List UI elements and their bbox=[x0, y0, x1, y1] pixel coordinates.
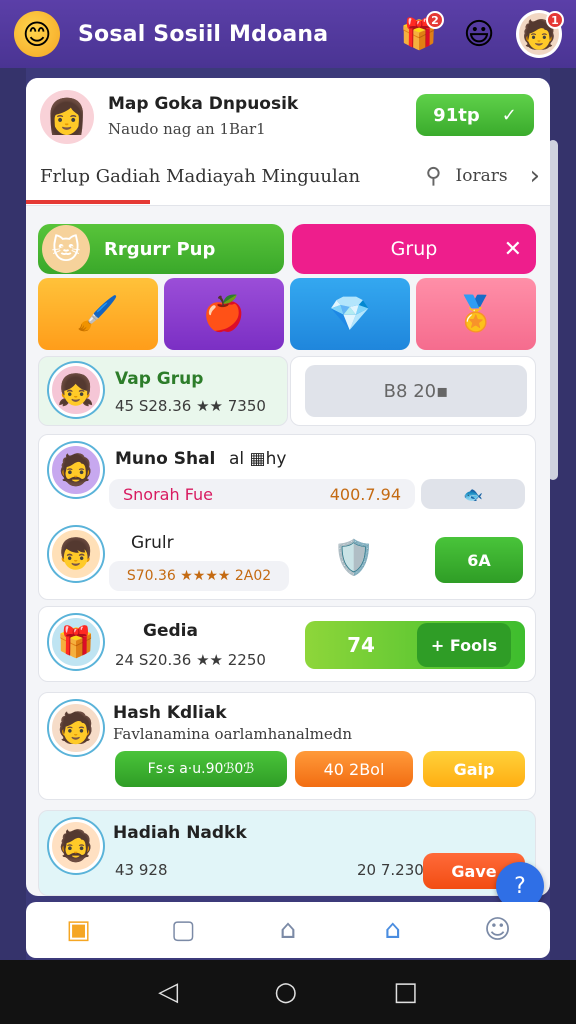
chevron-right-icon[interactable]: › bbox=[530, 161, 540, 191]
category-tiles: 🖌️ 🍎 💎 🏅 bbox=[38, 278, 536, 350]
badge-icon: 🏅 bbox=[454, 294, 498, 334]
gift-icon: 🎁 bbox=[49, 615, 103, 669]
sub-stats-pill: S70.36 ★★★★ 2A02 bbox=[109, 561, 289, 591]
avatar: 🧑 bbox=[49, 701, 103, 755]
list-item-title-suffix: al ▦hy bbox=[229, 449, 287, 469]
stats-pill-label: Snorah Fue bbox=[123, 484, 214, 504]
app-title: Sosal Sosiil Mdoana bbox=[78, 21, 329, 47]
side-strip-left bbox=[0, 68, 26, 960]
list-item-title: Gedia bbox=[143, 621, 198, 641]
nav-tablet-icon[interactable]: ▢ bbox=[153, 915, 213, 945]
list-item-stats: 45 S28.36 ★★ 7350 bbox=[115, 397, 266, 415]
list-item-stats-right: 20 7.230 bbox=[357, 861, 424, 879]
list-item-title: Vap Grup bbox=[115, 369, 204, 389]
avatar: 👦 bbox=[49, 527, 103, 581]
nav-home-icon[interactable]: ⌂ bbox=[363, 915, 423, 945]
fruit-icon: 🍎 bbox=[202, 294, 246, 334]
list-item-vip[interactable]: 👧 Vap Grup 45 S28.36 ★★ 7350 bbox=[38, 356, 288, 426]
list-item-hash[interactable]: 🧑 Hash Kdliak Favlanamina oarlamhanalmed… bbox=[38, 692, 536, 800]
tile-fruit[interactable]: 🍎 bbox=[164, 278, 284, 350]
emoji-icon[interactable]: 😃 bbox=[456, 11, 502, 57]
profile-name: Map Goka Dnpuosik bbox=[108, 94, 299, 114]
main-panel: 👩 Map Goka Dnpuosik Naudo nag an 1Bar1 9… bbox=[26, 78, 550, 896]
user-avatar[interactable]: 👩 bbox=[40, 90, 94, 144]
pill-orange[interactable]: 40 2Bol bbox=[295, 751, 413, 787]
recents-square-icon[interactable]: □ bbox=[393, 977, 418, 1007]
fish-icon[interactable]: 🐟 bbox=[421, 479, 525, 509]
sort-label[interactable]: Iorars bbox=[456, 166, 508, 186]
vip-value-box[interactable]: B8 20▪ bbox=[305, 365, 527, 417]
gift-box-icon[interactable]: 🎁 2 bbox=[396, 11, 444, 57]
close-icon[interactable]: ✕ bbox=[504, 237, 522, 262]
profile-card: 👩 Map Goka Dnpuosik Naudo nag an 1Bar1 9… bbox=[26, 78, 550, 206]
avatar-badge: 1 bbox=[546, 11, 564, 29]
pet-icon: 🐱 bbox=[42, 225, 90, 273]
search-icon[interactable]: ⚲ bbox=[425, 164, 441, 189]
tab-green-label: Rrgurr Pup bbox=[104, 238, 216, 260]
system-nav-bar: ◁ ○ □ bbox=[0, 960, 576, 1024]
filter-text: Frlup Gadiah Madiayah Minguulan bbox=[40, 165, 361, 187]
nav-gift-icon[interactable]: ▣ bbox=[48, 915, 108, 945]
tab-pink-label: Grup bbox=[390, 238, 438, 260]
list-item-hadiah[interactable]: 🧔 Hadiah Nadkk 43 928 20 7.230 Gave bbox=[38, 810, 536, 896]
list-item-muno[interactable]: 🧔 Muno Shal al ▦hy Snorah Fue 400.7.94 🐟… bbox=[38, 434, 536, 600]
tab-group-pink[interactable]: Grup ✕ bbox=[292, 224, 536, 274]
shield-icon: 🛡️ bbox=[332, 538, 376, 578]
signup-label: 91tp bbox=[433, 104, 480, 126]
check-icon: ✓ bbox=[501, 104, 517, 126]
notification-badge: 2 bbox=[426, 11, 444, 29]
list-item-gedia[interactable]: 🎁 Gedia 24 S20.36 ★★ 2250 74 + Fools bbox=[38, 606, 536, 682]
list-item-stats: 24 S20.36 ★★ 2250 bbox=[115, 651, 266, 669]
back-icon[interactable]: ◁ bbox=[158, 977, 178, 1007]
gaip-button[interactable]: Gaip bbox=[423, 751, 525, 787]
stats-pill-value: 400.7.94 bbox=[329, 484, 401, 504]
tools-value: 74 bbox=[347, 633, 375, 657]
tab-group-green[interactable]: 🐱 Rrgurr Pup bbox=[38, 224, 284, 274]
group-tabs: 🐱 Rrgurr Pup Grup ✕ bbox=[38, 224, 536, 274]
action-button[interactable]: 6A bbox=[435, 537, 523, 583]
tools-button[interactable]: 74 + Fools bbox=[305, 621, 525, 669]
list-item-subtitle: Grulr bbox=[131, 533, 174, 553]
bottom-nav: ▣ ▢ ⌂ ⌂ ☺ bbox=[26, 902, 550, 958]
avatar: 🧔 bbox=[49, 819, 103, 873]
signup-button[interactable]: 91tp ✓ bbox=[416, 94, 534, 136]
brush-icon: 🖌️ bbox=[76, 294, 120, 334]
profile-subtitle: Naudo nag an 1Bar1 bbox=[108, 120, 266, 138]
vip-side-card: B8 20▪ bbox=[290, 356, 536, 426]
list-item-title: Hadiah Nadkk bbox=[113, 823, 247, 843]
avatar: 🧔 bbox=[49, 443, 103, 497]
tools-label: + Fools bbox=[417, 623, 511, 667]
pendant-icon: 💎 bbox=[328, 294, 372, 334]
nav-bag-icon[interactable]: ⌂ bbox=[258, 915, 318, 945]
list-item-title: Muno Shal bbox=[115, 449, 216, 469]
tile-pendant[interactable]: 💎 bbox=[290, 278, 410, 350]
pill-green[interactable]: Fs·s a·u.90ℬ0ℬ bbox=[115, 751, 287, 787]
list-item-subtitle: Favlanamina oarlamhanalmedn bbox=[113, 725, 353, 743]
avatar: 👧 bbox=[49, 363, 103, 417]
list-item-stats: 43 928 bbox=[115, 861, 168, 879]
active-tab-indicator bbox=[26, 200, 150, 204]
stats-pill: Snorah Fue 400.7.94 bbox=[109, 479, 415, 509]
nav-profile-icon[interactable]: ☺ bbox=[468, 915, 528, 945]
app-header: 😊 Sosal Sosiil Mdoana 🎁 2 😃 🧑 1 bbox=[0, 0, 576, 68]
tile-badge[interactable]: 🏅 bbox=[416, 278, 536, 350]
filter-row: Frlup Gadiah Madiayah Minguulan ⚲ Iorars… bbox=[40, 160, 540, 192]
profile-avatar-button[interactable]: 🧑 1 bbox=[516, 10, 564, 58]
smiley-logo-icon[interactable]: 😊 bbox=[14, 11, 60, 57]
home-circle-icon[interactable]: ○ bbox=[274, 977, 297, 1007]
tile-brush[interactable]: 🖌️ bbox=[38, 278, 158, 350]
list-item-title: Hash Kdliak bbox=[113, 703, 227, 723]
